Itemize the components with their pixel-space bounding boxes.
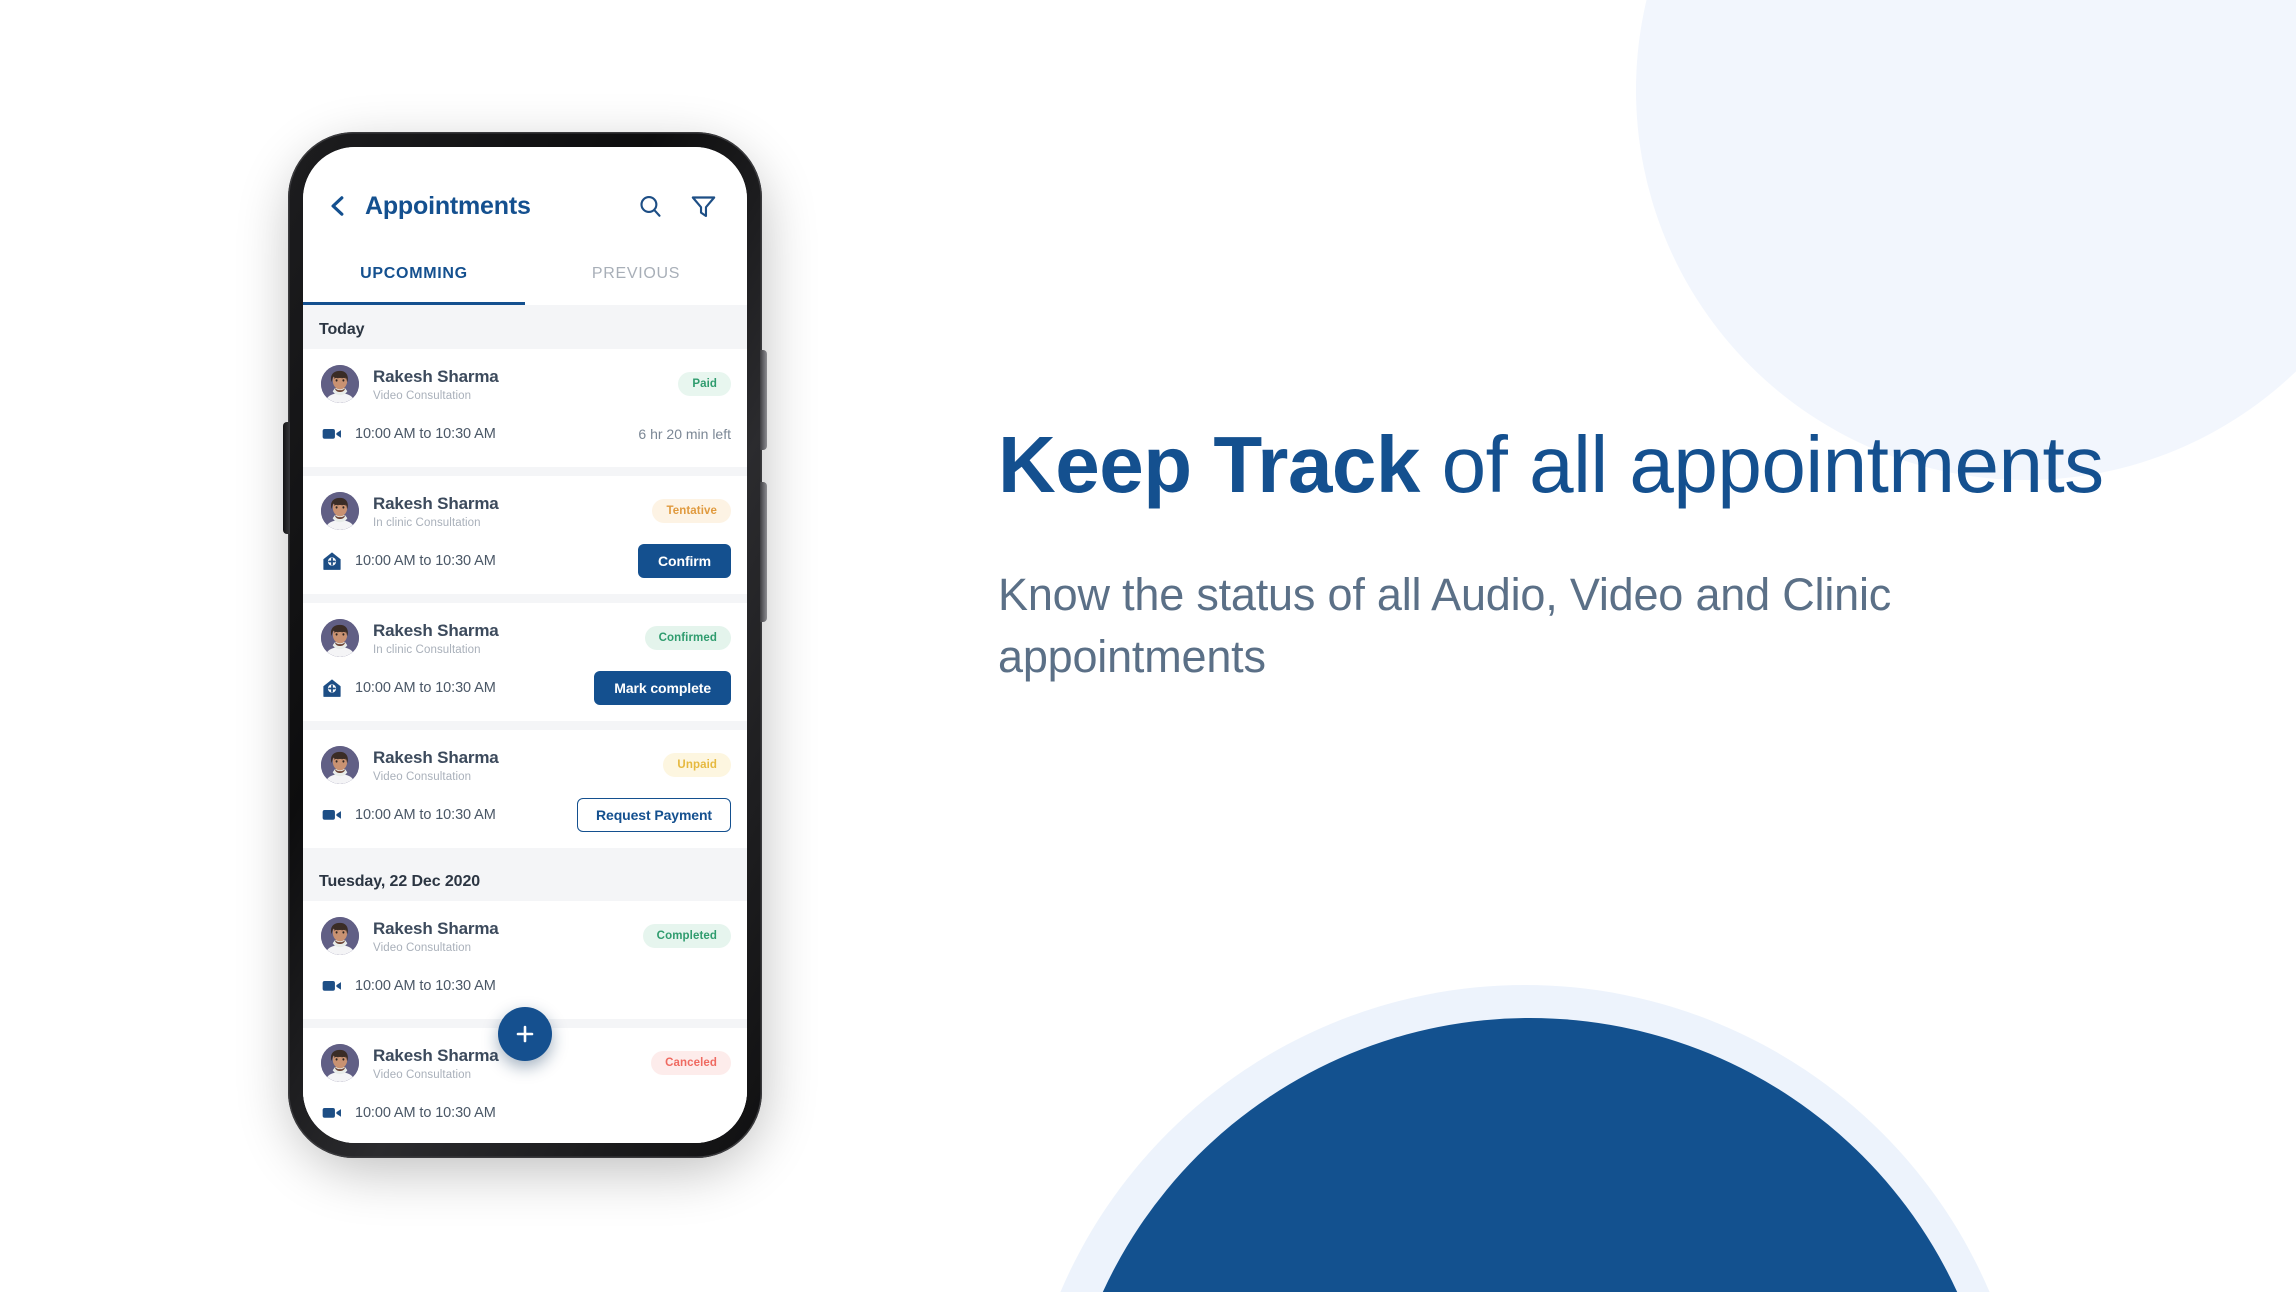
appointment-card-footer: 10:00 AM to 10:30 AM Mark complete	[321, 671, 731, 705]
day-group-header: Tuesday, 22 Dec 2020	[319, 873, 481, 890]
appointment-card-header: Rakesh Sharma Video Consultation Unpaid	[321, 746, 731, 784]
appointment-time: 10:00 AM to 10:30 AM	[355, 680, 496, 696]
consultation-type: In clinic Consultation	[373, 643, 481, 656]
appointment-time: 10:00 AM to 10:30 AM	[355, 426, 496, 442]
avatar	[321, 492, 359, 530]
appointment-card[interactable]: Rakesh Sharma Video Consultation Completed…	[303, 901, 747, 1019]
decorative-circle-bottom	[1060, 1018, 2000, 1292]
headline-rest: of all appointments	[1419, 420, 2105, 509]
appointment-card-footer: 10:00 AM to 10:30 AM	[321, 969, 731, 1003]
clinic-home-icon	[321, 550, 343, 572]
patient-info: Rakesh Sharma Video Consultation	[373, 747, 499, 782]
tab-previous[interactable]: PREVIOUS	[525, 243, 747, 305]
day-group-header: Today	[319, 321, 365, 338]
patient-info: Rakesh Sharma Video Consultation	[373, 366, 499, 401]
avatar	[321, 619, 359, 657]
patient-info: Rakesh Sharma Video Consultation	[373, 918, 499, 953]
video-camera-icon	[321, 804, 343, 826]
tab-upcomming[interactable]: UPCOMMING	[303, 243, 525, 305]
time-remaining: 6 hr 20 min left	[638, 426, 731, 442]
app-bar: Appointments	[303, 147, 747, 243]
appointment-action-button[interactable]: Confirm	[638, 544, 731, 578]
phone-silent-switch	[283, 422, 290, 534]
patient-name: Rakesh Sharma	[373, 1046, 499, 1066]
appointment-card-footer: 10:00 AM to 10:30 AM 6 hr 20 min left	[321, 417, 731, 451]
clinic-home-icon	[321, 677, 343, 699]
patient-name: Rakesh Sharma	[373, 919, 499, 939]
status-badge: Confirmed	[644, 626, 731, 650]
avatar	[321, 746, 359, 784]
appointment-card-header: Rakesh Sharma In clinic Consultation Confi…	[321, 619, 731, 657]
appointment-time: 10:00 AM to 10:30 AM	[355, 553, 496, 569]
headline: Keep Track of all appointments	[998, 420, 2128, 510]
add-appointment-fab[interactable]	[498, 1007, 552, 1061]
phone-volume-button	[760, 350, 767, 450]
appointment-card-footer: 10:00 AM to 10:30 AM Confirm	[321, 544, 731, 578]
appointment-card[interactable]: Rakesh Sharma In clinic Consultation Confi…	[303, 603, 747, 721]
appointment-time: 10:00 AM to 10:30 AM	[355, 978, 496, 994]
patient-name: Rakesh Sharma	[373, 367, 499, 387]
video-camera-icon	[321, 975, 343, 997]
appointment-time: 10:00 AM to 10:30 AM	[355, 807, 496, 823]
video-camera-icon	[321, 423, 343, 445]
phone-screen: Appointments UPCOMMING PREVIOUS Today Ra…	[303, 147, 747, 1143]
status-badge: Paid	[678, 372, 731, 396]
decorative-circle-top-right	[1636, 0, 2296, 480]
promo-screenshot: Keep Track of all appointments Know the …	[0, 0, 2296, 1292]
appointment-time: 10:00 AM to 10:30 AM	[355, 1105, 496, 1121]
appointment-card[interactable]: Rakesh Sharma Video Consultation Unpaid 10…	[303, 730, 747, 848]
consultation-type: Video Consultation	[373, 1068, 472, 1081]
avatar	[321, 917, 359, 955]
patient-info: Rakesh Sharma Video Consultation	[373, 1045, 499, 1080]
consultation-type: Video Consultation	[373, 389, 472, 402]
tab-bar: UPCOMMING PREVIOUS	[303, 243, 747, 305]
marketing-copy: Keep Track of all appointments Know the …	[998, 420, 2128, 687]
patient-name: Rakesh Sharma	[373, 494, 499, 514]
appointment-card-header: Rakesh Sharma In clinic Consultation Tenta…	[321, 492, 731, 530]
avatar	[321, 365, 359, 403]
appointment-card-header: Rakesh Sharma Video Consultation Completed	[321, 917, 731, 955]
page-title: Appointments	[365, 191, 531, 220]
phone-mockup: Appointments UPCOMMING PREVIOUS Today Ra…	[283, 132, 767, 1158]
appointment-action-button[interactable]: Mark complete	[594, 671, 731, 705]
filter-icon[interactable]	[690, 193, 717, 220]
appointment-action-button[interactable]: Request Payment	[577, 798, 731, 832]
appointment-card[interactable]: Rakesh Sharma In clinic Consultation Tenta…	[303, 476, 747, 594]
appointment-card-header: Rakesh Sharma Video Consultation Paid	[321, 365, 731, 403]
search-icon[interactable]	[637, 193, 664, 220]
consultation-type: In clinic Consultation	[373, 516, 481, 529]
appointment-card-footer: 10:00 AM to 10:30 AM Request Payment	[321, 798, 731, 832]
patient-info: Rakesh Sharma In clinic Consultation	[373, 493, 499, 528]
chevron-left-icon[interactable]	[325, 193, 351, 219]
app-bar-actions	[637, 193, 717, 220]
avatar	[321, 1044, 359, 1082]
status-badge: Tentative	[652, 499, 731, 523]
status-badge: Unpaid	[663, 753, 731, 777]
status-badge: Completed	[642, 924, 731, 948]
patient-name: Rakesh Sharma	[373, 621, 499, 641]
consultation-type: Video Consultation	[373, 770, 472, 783]
status-badge: Canceled	[651, 1051, 731, 1075]
appointment-card-footer: 10:00 AM to 10:30 AM	[321, 1096, 731, 1130]
subheadline: Know the status of all Audio, Video and …	[998, 569, 1892, 682]
phone-power-button	[760, 482, 767, 622]
headline-bold: Keep Track	[998, 420, 1420, 509]
patient-info: Rakesh Sharma In clinic Consultation	[373, 620, 499, 655]
consultation-type: Video Consultation	[373, 941, 472, 954]
video-camera-icon	[321, 1102, 343, 1124]
patient-name: Rakesh Sharma	[373, 748, 499, 768]
appointment-card[interactable]: Rakesh Sharma Video Consultation Paid 10:0…	[303, 349, 747, 467]
